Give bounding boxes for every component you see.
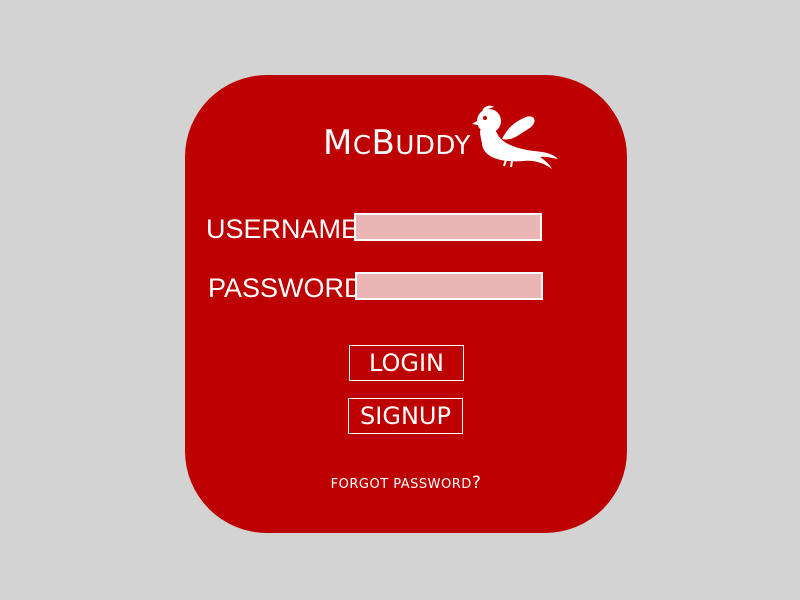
signup-button[interactable]: SIGNUP	[348, 398, 463, 434]
app-name-initial-b: B	[371, 123, 396, 163]
login-button[interactable]: LOGIN	[349, 345, 464, 381]
password-label: PASSWORD	[208, 273, 364, 303]
forgot-password-question-mark: ?	[471, 473, 482, 493]
forgot-password-text: FORGOT PASSWORD	[330, 477, 472, 492]
forgot-password-link[interactable]: FORGOT PASSWORD?	[185, 473, 627, 493]
app-name: MCBUDDY	[323, 123, 471, 163]
password-input[interactable]	[355, 272, 543, 300]
app-name-initial-m: M	[323, 123, 353, 163]
username-label: USERNAME	[206, 214, 360, 244]
username-input[interactable]	[354, 213, 542, 241]
app-name-small-uddy: UDDY	[395, 131, 471, 161]
app-name-small-c: C	[352, 131, 372, 161]
login-card: MCBUDDY USERNAME PASSWORD LOGIN SIGNUP F…	[185, 75, 627, 533]
bird-icon	[472, 105, 558, 169]
